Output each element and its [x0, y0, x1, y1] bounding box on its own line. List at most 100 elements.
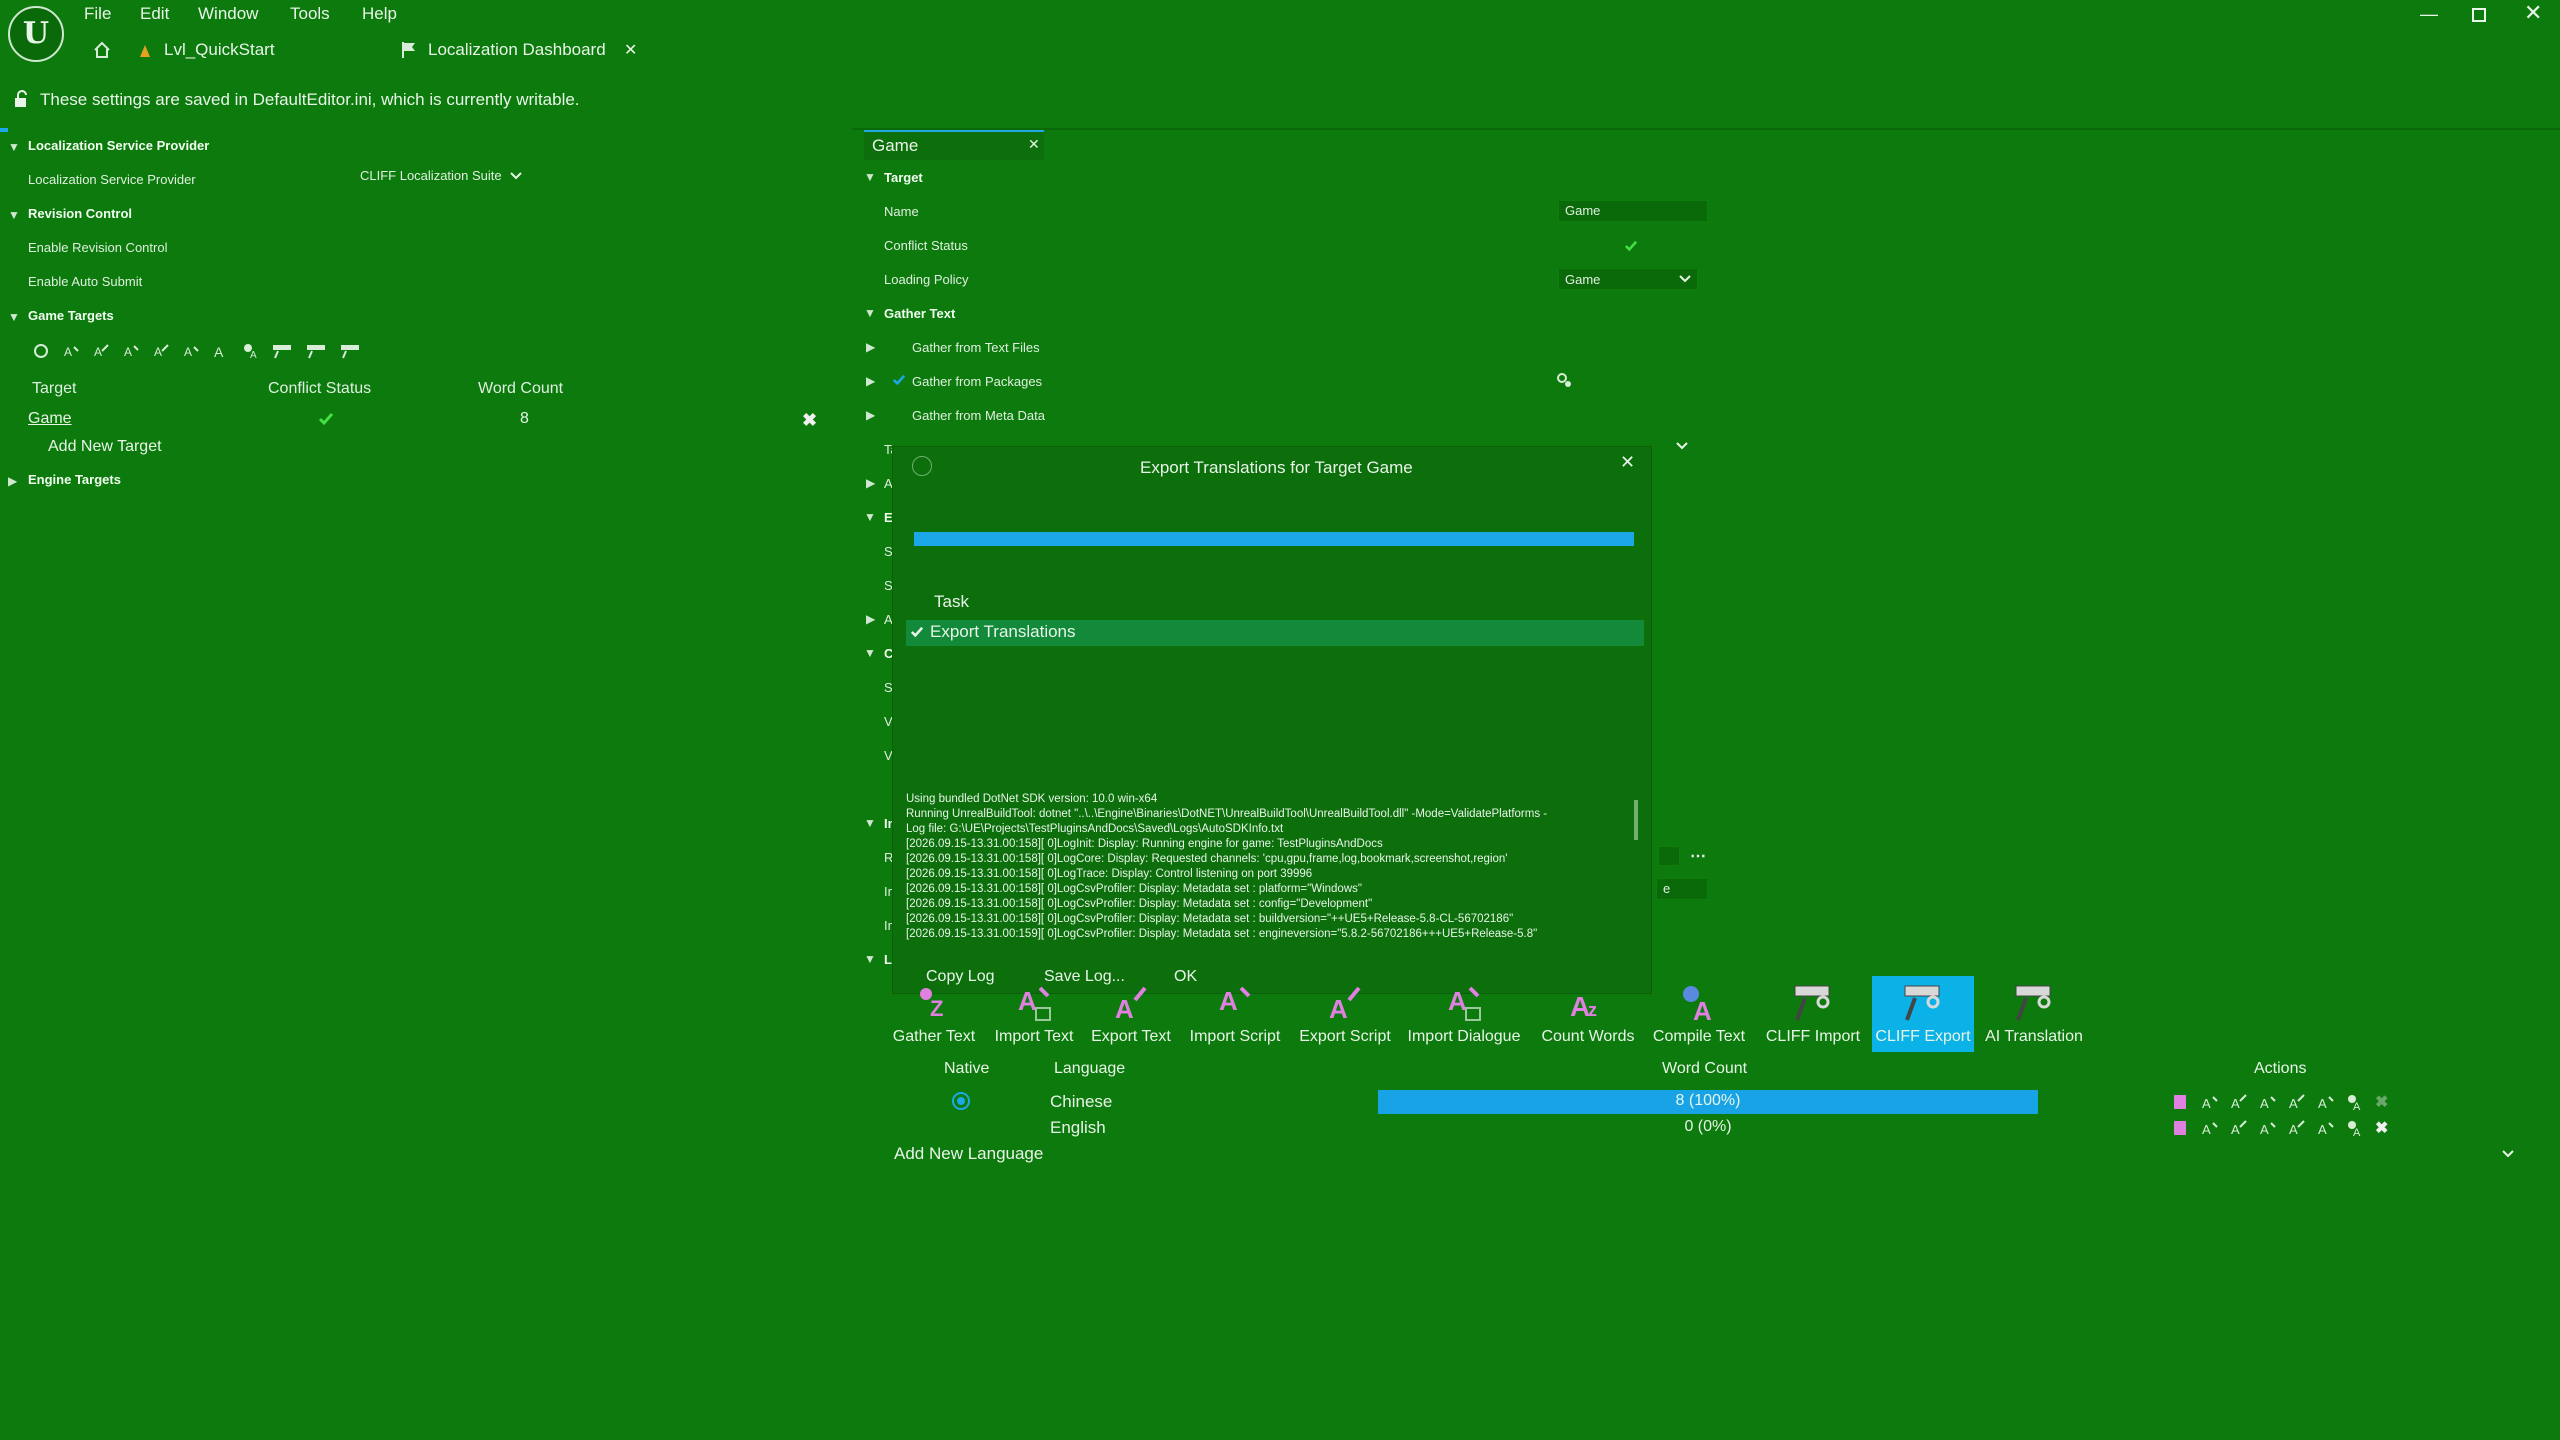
col-actions-header[interactable]: Actions	[2254, 1060, 2306, 1078]
cliff-export-icon[interactable]	[306, 342, 328, 360]
game-tab-close-icon[interactable]: ✕	[1028, 136, 1040, 153]
import-dialogue-button[interactable]: A Import Dialogue	[1400, 976, 1528, 1052]
gather-text-header[interactable]: Gather Text	[884, 306, 955, 321]
import-script-icon[interactable]: A	[2259, 1119, 2277, 1137]
col-wordcount-header[interactable]: Word Count	[478, 380, 563, 398]
compile-text-button[interactable]: A Compile Text	[1648, 976, 1750, 1052]
export-text-button[interactable]: A Export Text	[1084, 976, 1178, 1052]
unreal-logo[interactable]: U	[8, 6, 64, 62]
export-script-icon[interactable]: A	[2288, 1119, 2306, 1137]
edit-translations-icon[interactable]	[2172, 1093, 2190, 1111]
compile-text-icon[interactable]: A	[242, 342, 260, 360]
export-icon[interactable]: A	[2230, 1093, 2248, 1111]
expand-triangle-icon[interactable]: ▶	[866, 374, 875, 388]
chevron-down-icon[interactable]	[2502, 1150, 2514, 1158]
enable-revision-control-checkbox[interactable]	[360, 240, 374, 254]
minimize-icon[interactable]: —	[2420, 4, 2438, 25]
delete-target-icon[interactable]: ✖	[802, 410, 817, 431]
export-text-icon[interactable]: A	[92, 342, 110, 360]
export-icon[interactable]: A	[2230, 1119, 2248, 1137]
game-targets-header[interactable]: Game Targets	[28, 308, 114, 323]
im-field[interactable]: e	[1656, 878, 1708, 900]
ra-field[interactable]	[1658, 846, 1680, 866]
restore-icon[interactable]	[2472, 8, 2486, 22]
gather-icon[interactable]	[32, 342, 50, 360]
menu-tools[interactable]: Tools	[290, 4, 330, 24]
menu-help[interactable]: Help	[362, 4, 397, 24]
col-target-header[interactable]: Target	[32, 380, 76, 398]
ai-translation-icon[interactable]	[340, 342, 362, 360]
delete-language-icon[interactable]: ✖	[2375, 1118, 2388, 1138]
collapse-triangle-icon[interactable]: ▼	[864, 170, 876, 184]
collapse-triangle-icon[interactable]: ▼	[864, 952, 876, 966]
engine-targets-header[interactable]: Engine Targets	[28, 472, 121, 487]
expand-triangle-icon[interactable]: ▶	[8, 474, 17, 488]
collapse-triangle-icon[interactable]: ▼	[864, 306, 876, 320]
edit-translations-icon[interactable]	[2172, 1119, 2190, 1137]
import-dialogue-icon[interactable]: A	[2317, 1093, 2335, 1111]
gather-packages-check-icon[interactable]	[892, 374, 906, 386]
target-game-link[interactable]: Game	[28, 410, 72, 428]
import-text-icon[interactable]: A	[62, 342, 80, 360]
translate-icon[interactable]: A	[2346, 1119, 2364, 1137]
import-script-button[interactable]: A Import Script	[1180, 976, 1290, 1052]
log-scrollbar[interactable]	[1634, 800, 1638, 840]
home-icon[interactable]	[92, 40, 112, 60]
add-new-language-button[interactable]: Add New Language	[894, 1144, 1043, 1164]
expand-triangle-icon[interactable]: ▶	[866, 612, 875, 626]
import-dialogue-icon[interactable]: A	[2317, 1119, 2335, 1137]
game-target-tab[interactable]: Game ✕	[864, 130, 1044, 160]
cliff-export-button[interactable]: CLIFF Export	[1872, 976, 1974, 1052]
translate-icon[interactable]: A	[2346, 1093, 2364, 1111]
name-input[interactable]: Game	[1558, 200, 1708, 222]
tab-localization-dashboard[interactable]: Localization Dashboard	[428, 40, 606, 60]
col-native-header[interactable]: Native	[944, 1060, 989, 1078]
expand-triangle-icon[interactable]: ▶	[866, 476, 875, 490]
close-window-icon[interactable]: ✕	[2524, 0, 2542, 26]
expand-triangle-icon[interactable]: ▶	[866, 408, 875, 422]
menu-file[interactable]: File	[84, 4, 111, 24]
delete-language-icon[interactable]: ✖	[2375, 1092, 2388, 1112]
enable-auto-submit-checkbox[interactable]	[360, 274, 374, 288]
collapse-triangle-icon[interactable]: ▼	[8, 140, 20, 154]
import-script-icon[interactable]: A	[2259, 1093, 2277, 1111]
tab-level[interactable]: Lvl_QuickStart	[164, 40, 275, 60]
gather-text-button[interactable]: Z Gather Text	[884, 976, 984, 1052]
menu-edit[interactable]: Edit	[140, 4, 169, 24]
collapse-triangle-icon[interactable]: ▼	[864, 510, 876, 524]
dialog-close-icon[interactable]: ✕	[1620, 452, 1635, 473]
export-script-icon[interactable]: A	[152, 342, 170, 360]
import-icon[interactable]: A	[2201, 1119, 2219, 1137]
more-options-icon[interactable]: ⋯	[1690, 846, 1706, 866]
menu-window[interactable]: Window	[198, 4, 258, 24]
collapse-triangle-icon[interactable]: ▼	[8, 208, 20, 222]
lsp-section-header[interactable]: Localization Service Provider	[28, 138, 209, 153]
import-dialogue-icon[interactable]: A	[182, 342, 200, 360]
lsp-dropdown[interactable]: CLIFF Localization Suite	[360, 168, 522, 183]
add-new-target-button[interactable]: Add New Target	[48, 438, 162, 456]
import-text-button[interactable]: A Import Text	[986, 976, 1082, 1052]
col-language-header[interactable]: Language	[1054, 1060, 1125, 1078]
expand-triangle-icon[interactable]: ▶	[866, 340, 875, 354]
import-script-icon[interactable]: A	[122, 342, 140, 360]
revision-control-header[interactable]: Revision Control	[28, 206, 132, 221]
settings-gear-icon[interactable]	[1554, 370, 1574, 390]
target-section-header[interactable]: Target	[884, 170, 923, 185]
export-script-icon[interactable]: A	[2288, 1093, 2306, 1111]
cliff-import-button[interactable]: CLIFF Import	[1752, 976, 1874, 1052]
chevron-down-icon[interactable]	[1676, 442, 1688, 450]
ai-translation-button[interactable]: AI Translation	[1976, 976, 2092, 1052]
loading-policy-dropdown[interactable]: Game	[1558, 268, 1698, 290]
task-column-header[interactable]: Task	[934, 592, 969, 612]
native-radio[interactable]	[952, 1092, 970, 1110]
col-conflict-header[interactable]: Conflict Status	[268, 380, 371, 398]
export-script-button[interactable]: A Export Script	[1292, 976, 1398, 1052]
col-wordcount-header[interactable]: Word Count	[1662, 1060, 1747, 1078]
cliff-import-icon[interactable]	[272, 342, 294, 360]
collapse-triangle-icon[interactable]: ▼	[864, 646, 876, 660]
collapse-triangle-icon[interactable]: ▼	[864, 816, 876, 830]
count-words-button[interactable]: Az Count Words	[1530, 976, 1646, 1052]
log-output[interactable]: Using bundled DotNet SDK version: 10.0 w…	[906, 792, 1626, 942]
collapse-triangle-icon[interactable]: ▼	[8, 310, 20, 324]
import-icon[interactable]: A	[2201, 1093, 2219, 1111]
